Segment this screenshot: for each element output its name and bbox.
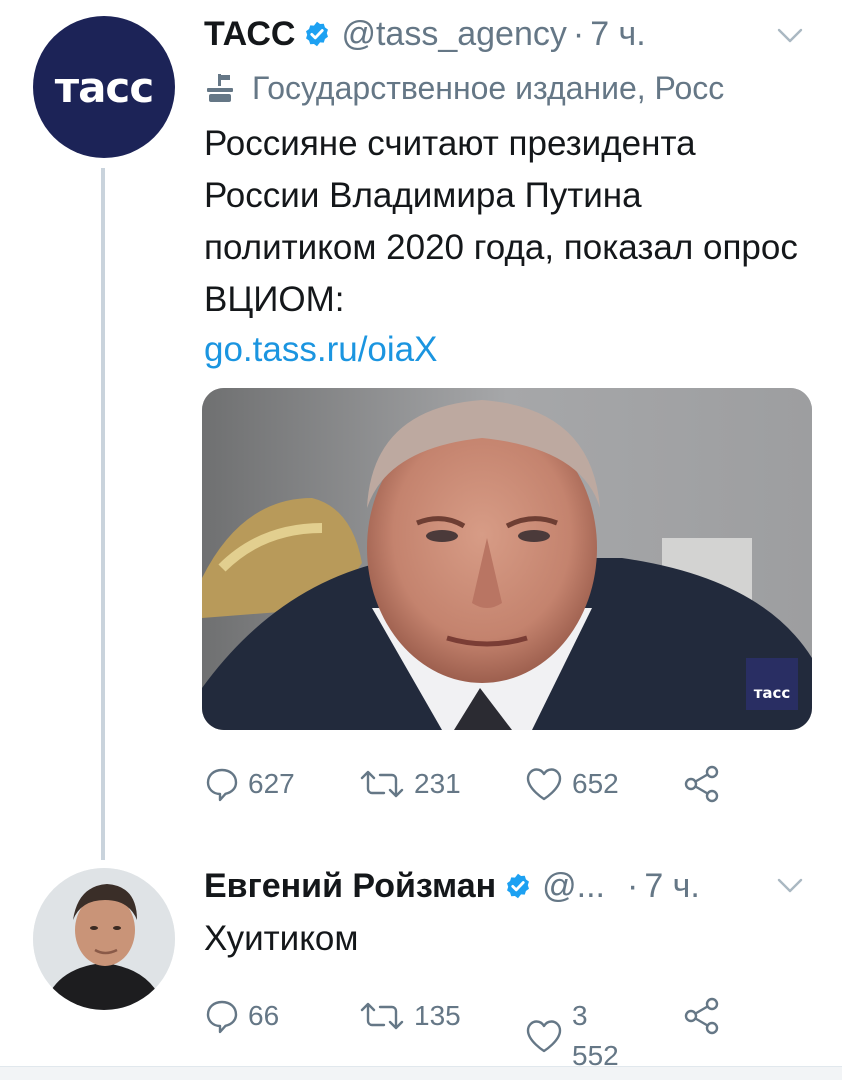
share-icon (684, 997, 719, 1035)
reply-header: Евгений Ройзман @... · 7 ч. (204, 866, 842, 906)
reply-icon (206, 768, 238, 802)
retweet-button[interactable]: 135 (358, 996, 461, 1036)
timeline-divider (0, 1066, 842, 1080)
header-separator: · (572, 15, 585, 53)
like-button[interactable]: 652 (524, 764, 619, 804)
reply-count: 627 (248, 768, 295, 799)
government-affiliation-icon (207, 74, 233, 102)
chevron-down-icon[interactable] (776, 26, 804, 46)
tweet-text: Россияне считают президента России Влади… (204, 124, 798, 319)
retweet-count: 135 (414, 1000, 461, 1031)
affiliation-text: Государственное издание, Росс (252, 70, 725, 106)
tweet-media-photo[interactable]: тасс (202, 388, 812, 730)
retweet-button[interactable]: 231 (358, 764, 461, 804)
reply-author-name[interactable]: Евгений Ройзман (204, 866, 496, 906)
putin-portrait-image: тасс (202, 388, 812, 730)
reply-author-handle[interactable]: @... (542, 866, 605, 906)
retweet-count: 231 (414, 768, 461, 799)
tweet-timestamp[interactable]: 7 ч. (590, 14, 646, 54)
state-affiliation-label[interactable]: Государственное издание, Росс (204, 68, 842, 108)
share-button[interactable] (682, 764, 722, 804)
heart-icon (526, 768, 562, 801)
media-watermark: тасс (754, 684, 791, 702)
tass-avatar-logo-text: тасс (54, 62, 154, 112)
heart-icon (526, 1020, 562, 1053)
thread-connector-line (101, 168, 105, 860)
share-icon (684, 765, 719, 803)
tweet-link[interactable]: go.tass.ru/oiaX (204, 328, 437, 372)
verified-badge-icon (306, 21, 329, 47)
reply-author-avatar[interactable] (33, 868, 175, 1010)
reply-text: Хуитиком (204, 919, 359, 958)
reply-icon (206, 1000, 238, 1034)
reply-timestamp[interactable]: 7 ч. (644, 866, 700, 906)
like-count: 652 (572, 768, 619, 799)
author-name[interactable]: ТАСС (204, 14, 295, 54)
tweet-header: ТАСС @tass_agency · 7 ч. (204, 14, 842, 54)
author-handle[interactable]: @tass_agency (341, 14, 566, 54)
reply-count: 66 (248, 1000, 280, 1031)
share-button[interactable] (682, 996, 722, 1036)
like-count: 3 552 (572, 1000, 619, 1071)
reply-author-photo (33, 868, 175, 1010)
retweet-icon (360, 1002, 404, 1030)
reply-button[interactable]: 66 (204, 996, 279, 1036)
chevron-down-icon[interactable] (776, 876, 804, 896)
timeline: тасс ТАСС @tass_agency · 7 ч. Государств… (0, 0, 842, 1080)
retweet-icon (360, 770, 404, 798)
reply-button[interactable]: 627 (204, 764, 295, 804)
like-button[interactable]: 3 552 (524, 996, 619, 1076)
tass-avatar[interactable]: тасс (33, 16, 175, 158)
verified-badge-icon (507, 873, 530, 899)
reply-header-separator: · (627, 867, 639, 905)
